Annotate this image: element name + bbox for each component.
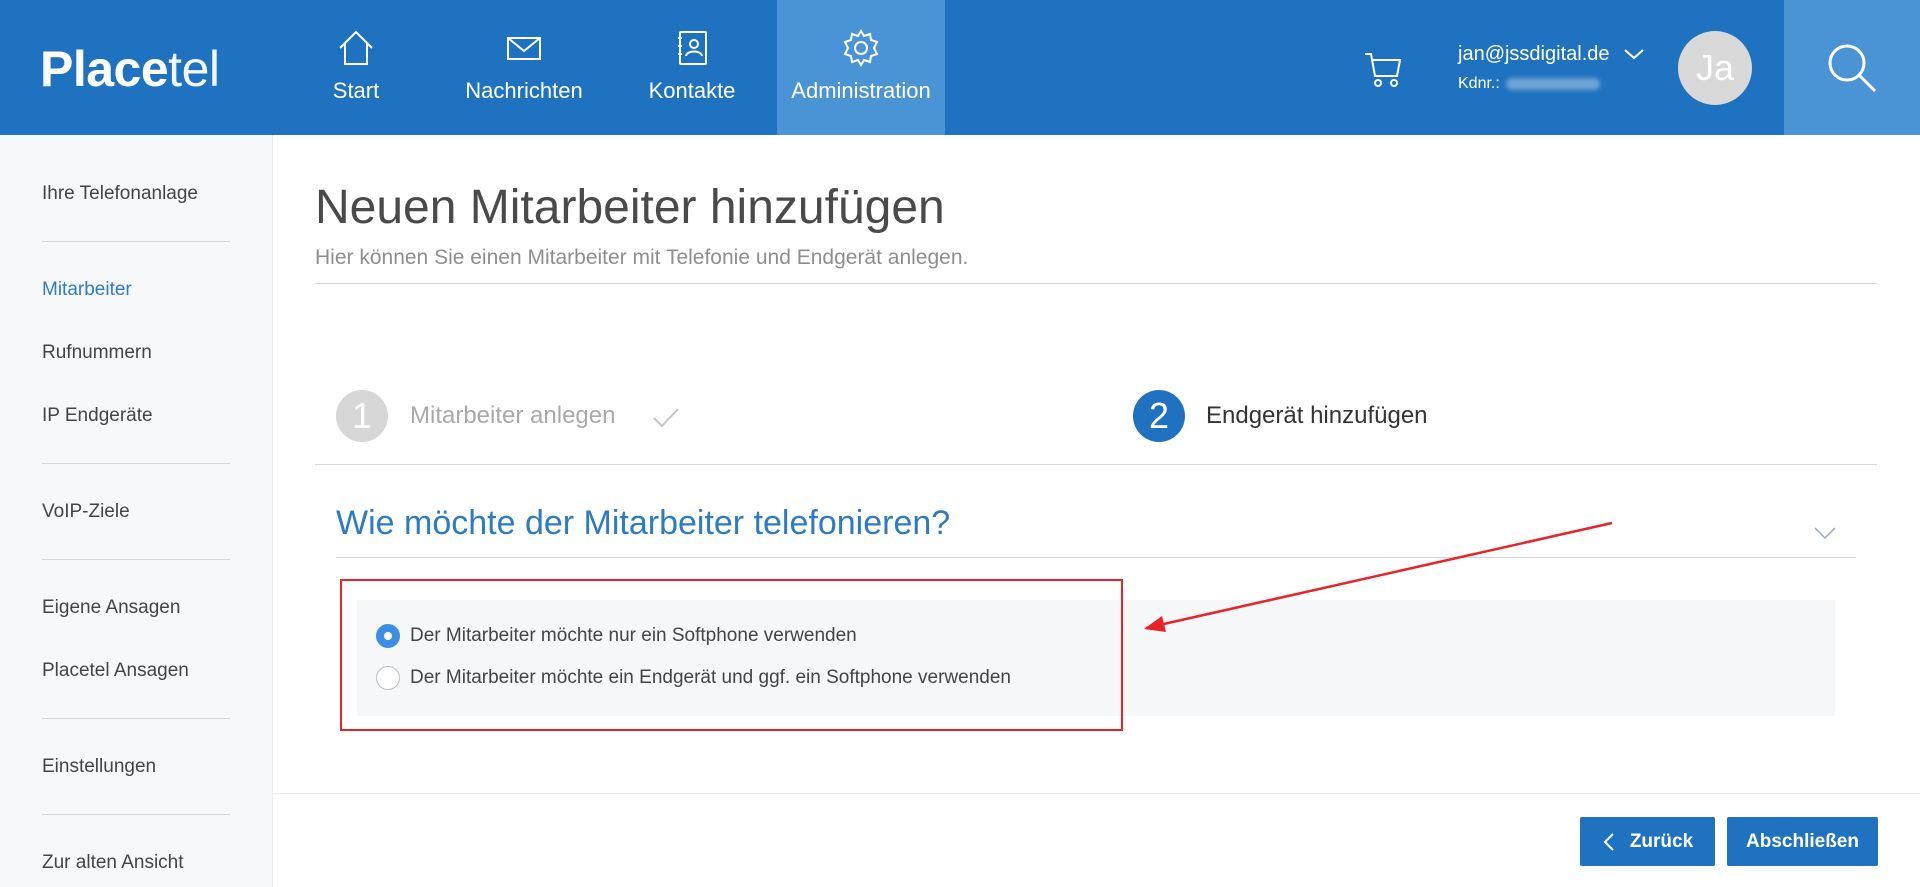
gear-icon: [843, 28, 879, 67]
nav-contacts-label: Kontakte: [648, 77, 736, 103]
sidebar: Ihre Telefonanlage Mitarbeiter Rufnummer…: [0, 135, 273, 887]
nav-start-label: Start: [332, 77, 380, 103]
sidebar-divider: [42, 463, 230, 464]
contact-book-icon: [678, 30, 707, 65]
home-icon: [339, 30, 373, 65]
sidebar-item-eigene-ansagen[interactable]: Eigene Ansagen: [42, 597, 180, 619]
sidebar-divider: [42, 718, 230, 719]
customer-number: Kdnr.:: [1458, 75, 1600, 93]
annotation-arrow: [1144, 521, 1613, 632]
nav-administration-label: Administration: [791, 77, 931, 103]
chevron-left-icon: [1603, 832, 1614, 851]
user-email[interactable]: jan@jssdigital.de: [1458, 43, 1610, 66]
chevron-down-icon[interactable]: [1813, 526, 1837, 540]
finish-button[interactable]: Abschließen: [1727, 817, 1878, 866]
nav-start[interactable]: Start: [316, 0, 396, 135]
search-button[interactable]: [1784, 0, 1920, 135]
page-subtitle: Hier können Sie einen Mitarbeiter mit Te…: [315, 246, 969, 269]
back-button[interactable]: Zurück: [1580, 817, 1715, 866]
steps-divider: [315, 464, 1877, 465]
sidebar-item-einstellungen[interactable]: Einstellungen: [42, 756, 156, 778]
page-title: Neuen Mitarbeiter hinzufügen: [315, 181, 945, 234]
sidebar-item-ip-endgeraete[interactable]: IP Endgeräte: [42, 405, 153, 427]
chevron-down-icon[interactable]: [1622, 46, 1646, 62]
nav-messages[interactable]: Nachrichten: [456, 0, 592, 135]
sidebar-item-alte-ansicht[interactable]: Zur alten Ansicht: [42, 852, 184, 874]
nav-contacts[interactable]: Kontakte: [642, 0, 742, 135]
step-2-label: Endgerät hinzufügen: [1206, 402, 1428, 429]
nav-messages-label: Nachrichten: [465, 77, 583, 103]
section-heading[interactable]: Wie möchte der Mitarbeiter telefonieren?: [336, 504, 950, 543]
shopping-cart-icon[interactable]: [1362, 48, 1404, 90]
step-1-indicator: 1: [336, 390, 388, 442]
annotation-highlight-box: [340, 579, 1123, 731]
step-1-label: Mitarbeiter anlegen: [410, 402, 616, 429]
search-icon: [1828, 44, 1877, 92]
sidebar-item-rufnummern[interactable]: Rufnummern: [42, 342, 152, 364]
top-navigation-bar: Placetel Start Nachrichten Kontakte Admi…: [0, 0, 1920, 135]
sidebar-divider: [42, 559, 230, 560]
sidebar-divider: [42, 814, 230, 815]
step-2-indicator: 2: [1133, 390, 1185, 442]
sidebar-item-mitarbeiter[interactable]: Mitarbeiter: [42, 279, 132, 301]
title-divider: [315, 283, 1877, 284]
sidebar-item-voip-ziele[interactable]: VoIP-Ziele: [42, 501, 130, 523]
back-button-label: Zurück: [1629, 830, 1694, 852]
footer-divider: [273, 793, 1920, 794]
avatar[interactable]: Ja: [1678, 31, 1752, 105]
logo-part-bold: Place: [40, 41, 169, 97]
logo-part-light: tel: [168, 41, 220, 97]
envelope-icon: [507, 36, 541, 60]
sidebar-divider: [42, 241, 230, 242]
section-divider: [336, 557, 1856, 558]
sidebar-item-telefonanlage[interactable]: Ihre Telefonanlage: [42, 183, 198, 205]
placetel-logo[interactable]: Placetel: [40, 40, 220, 98]
nav-administration[interactable]: Administration: [777, 0, 945, 135]
customer-number-label: Kdnr.:: [1458, 75, 1500, 92]
sidebar-item-placetel-ansagen[interactable]: Placetel Ansagen: [42, 660, 189, 682]
customer-number-redacted: [1505, 78, 1600, 90]
checkmark-icon: [653, 408, 679, 428]
